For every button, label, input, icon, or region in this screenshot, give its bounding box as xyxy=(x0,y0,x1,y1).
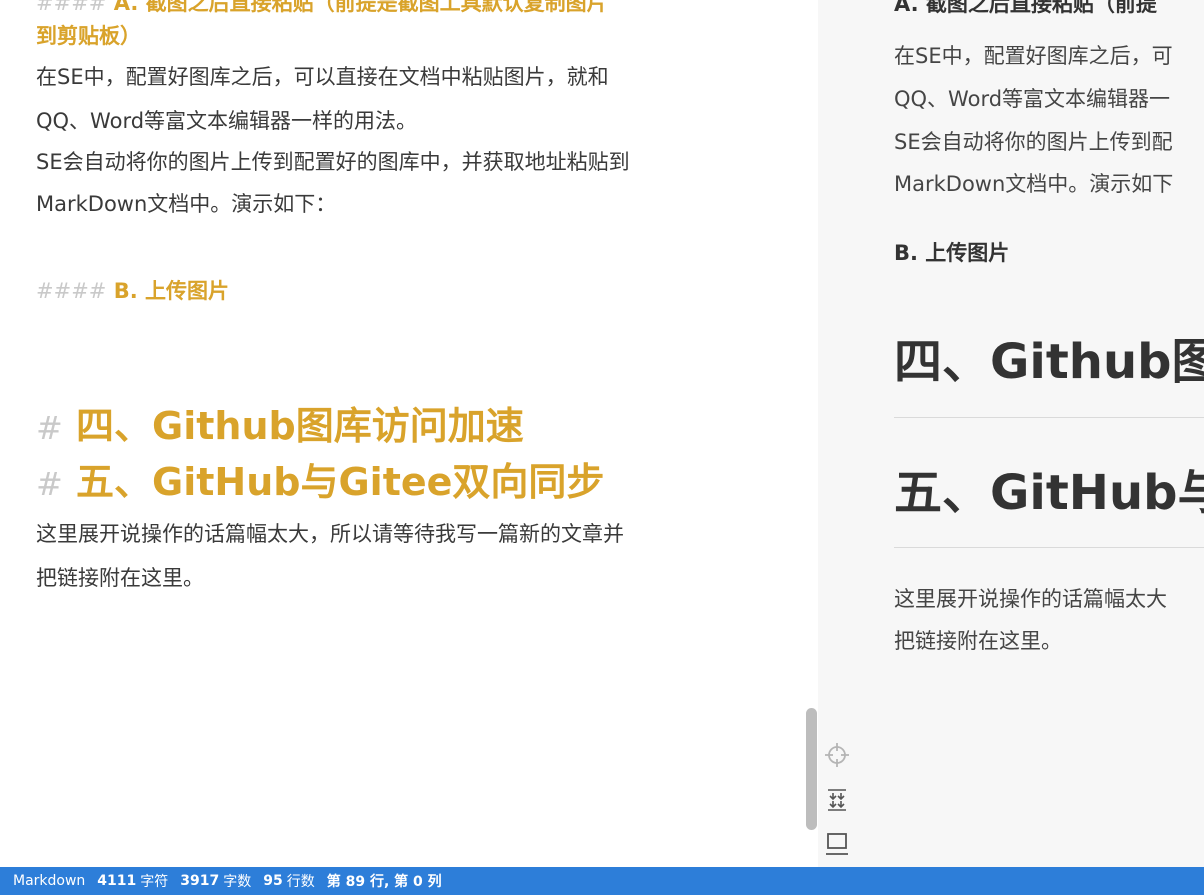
cursor-position: 第 89 行, 第 0 列 xyxy=(326,874,442,890)
heading-marker: # xyxy=(36,465,63,503)
word-count: 3917 xyxy=(180,873,220,889)
heading-marker: #### xyxy=(36,0,107,15)
editor-h4-line: #### A. 截图之后直接粘贴（前提是截图工具默认复制图片 xyxy=(36,0,608,20)
heading-text: 四、Github图库访问加速 xyxy=(76,404,524,448)
preview-h4: A. 截图之后直接粘贴（前提 xyxy=(894,0,1157,16)
toggle-preview-icon[interactable] xyxy=(822,829,852,859)
sync-scroll-icon[interactable] xyxy=(822,785,852,815)
preview-paragraph-line: 把链接附在这里。 xyxy=(894,629,1062,653)
preview-h1-rule xyxy=(894,547,1204,548)
markdown-editor[interactable]: #### A. 截图之后直接粘贴（前提是截图工具默认复制图片 到剪贴板） 在SE… xyxy=(0,0,818,867)
paragraph-line: 在SE中，配置好图库之后，可以直接在文档中粘贴图片，就和 xyxy=(36,65,609,89)
preview-h4: B. 上传图片 xyxy=(894,241,1010,265)
preview-paragraph-line: SE会自动将你的图片上传到配 xyxy=(894,130,1173,154)
heading-text: B. 上传图片 xyxy=(113,279,229,303)
paragraph-line: MarkDown文档中。演示如下： xyxy=(36,192,337,216)
editor-mode: Markdown xyxy=(13,873,86,889)
preview-h1: 四、Github图库 xyxy=(894,334,1204,390)
paragraph-line: 这里展开说操作的话篇幅太大，所以请等待我写一篇新的文章并 xyxy=(36,522,624,546)
line-count-label: 行数 xyxy=(286,874,315,890)
heading-text: A. 截图之后直接粘贴（前提是截图工具默认复制图片 xyxy=(113,0,608,15)
char-count-label: 字符 xyxy=(140,874,169,890)
preview-paragraph-line: 在SE中，配置好图库之后，可 xyxy=(894,44,1173,68)
editor-h4-line: #### B. 上传图片 xyxy=(36,274,229,308)
preview-h1-rule xyxy=(894,417,1204,418)
crosshair-icon[interactable] xyxy=(822,740,852,770)
paragraph-line: 把链接附在这里。 xyxy=(36,566,204,590)
editor-h1-line: # 四、Github图库访问加速 xyxy=(36,400,524,454)
line-count: 95 xyxy=(263,873,283,889)
heading-marker: # xyxy=(36,409,63,447)
preview-h1: 五、GitHub与Gi xyxy=(894,465,1204,521)
markdown-preview: A. 截图之后直接粘贴（前提 在SE中，配置好图库之后，可 QQ、Word等富文… xyxy=(818,0,1204,867)
editor-scrollbar[interactable] xyxy=(806,708,817,830)
word-count-label: 字数 xyxy=(223,874,252,890)
preview-paragraph-line: QQ、Word等富文本编辑器一 xyxy=(894,87,1171,111)
heading-text-cont: 到剪贴板） xyxy=(36,24,141,48)
preview-paragraph-line: 这里展开说操作的话篇幅太大 xyxy=(894,587,1167,611)
heading-marker: #### xyxy=(36,279,107,303)
paragraph-line: QQ、Word等富文本编辑器一样的用法。 xyxy=(36,109,418,133)
char-count: 4111 xyxy=(97,873,137,889)
editor-h1-line: # 五、GitHub与Gitee双向同步 xyxy=(36,456,604,510)
preview-paragraph-line: MarkDown文档中。演示如下 xyxy=(894,172,1174,196)
status-bar: Markdown 4111 字符 3917 字数 95 行数 第 89 行, 第… xyxy=(0,867,1204,895)
heading-text: 五、GitHub与Gitee双向同步 xyxy=(76,460,605,504)
paragraph-line: SE会自动将你的图片上传到配置好的图库中，并获取地址粘贴到 xyxy=(36,150,630,174)
